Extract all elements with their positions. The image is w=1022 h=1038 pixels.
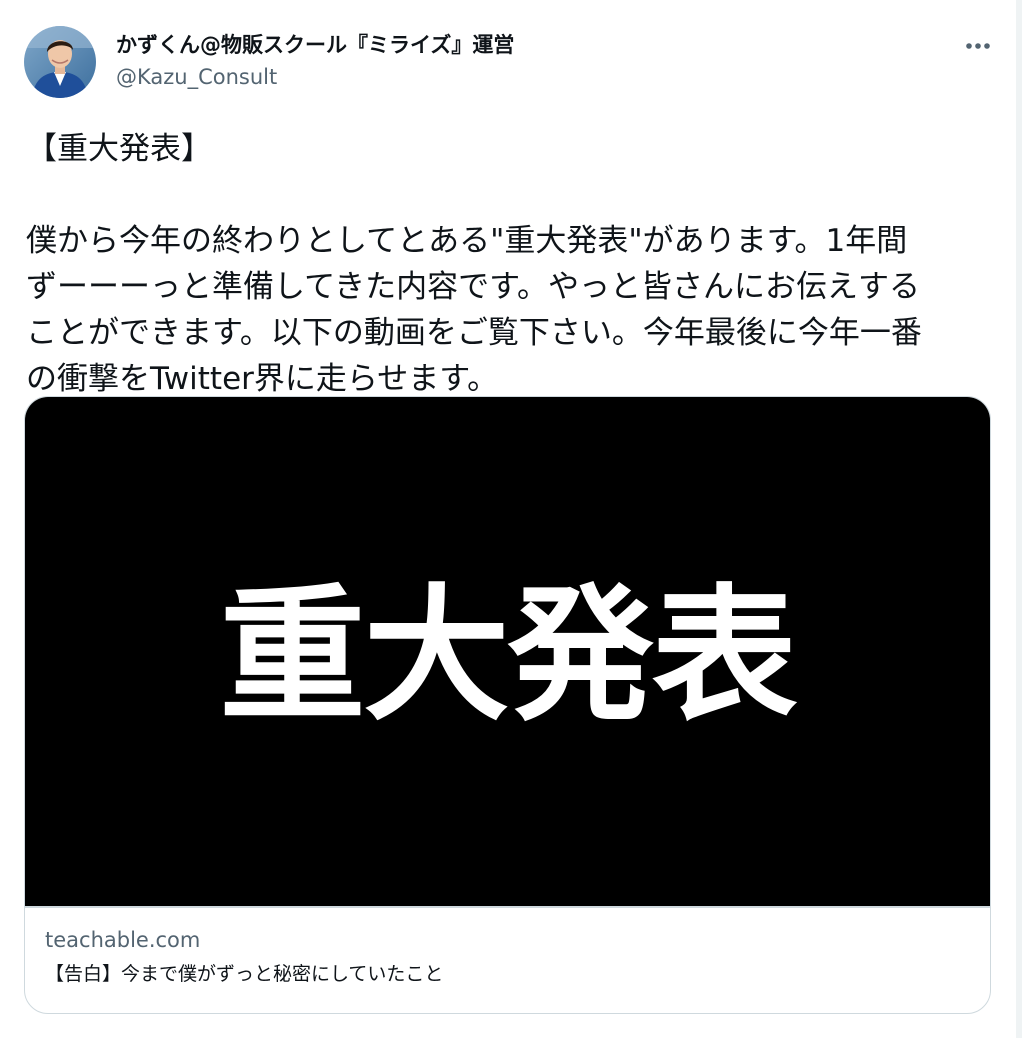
card-divider [25, 906, 990, 908]
card-title: 【告白】今まで僕がずっと秘密にしていたこと [45, 963, 444, 985]
link-card[interactable]: 重大発表 teachable.com 【告白】今まで僕がずっと秘密にしていたこと [24, 396, 991, 1014]
card-media-text: 重大発表 [219, 569, 798, 741]
tweet-text: 【重大発表】 僕から今年の終わりとしてとある"重大発表"があります。1年間 ずー… [26, 126, 996, 402]
card-info: teachable.com 【告白】今まで僕がずっと秘密にしていたこと [45, 925, 970, 989]
user-handle[interactable]: @Kazu_Consult [116, 62, 514, 92]
scroll-edge [1016, 0, 1022, 1038]
more-options-button[interactable] [958, 30, 998, 62]
profile-photo-icon [24, 26, 96, 98]
avatar[interactable] [24, 26, 96, 98]
tweet-heading: 【重大発表】 [26, 131, 212, 167]
tweet-header: かずくん@物販スクール『ミライズ』運営 @Kazu_Consult [116, 30, 514, 92]
tweet: かずくん@物販スクール『ミライズ』運営 @Kazu_Consult 【重大発表】… [0, 0, 1022, 1038]
card-domain: teachable.com [45, 928, 201, 952]
more-horizontal-icon [966, 43, 990, 49]
display-name[interactable]: かずくん@物販スクール『ミライズ』運営 [116, 30, 514, 60]
tweet-body: 僕から今年の終わりとしてとある"重大発表"があります。1年間 ずーーーっと準備し… [26, 223, 922, 397]
card-media[interactable]: 重大発表 [25, 397, 990, 906]
